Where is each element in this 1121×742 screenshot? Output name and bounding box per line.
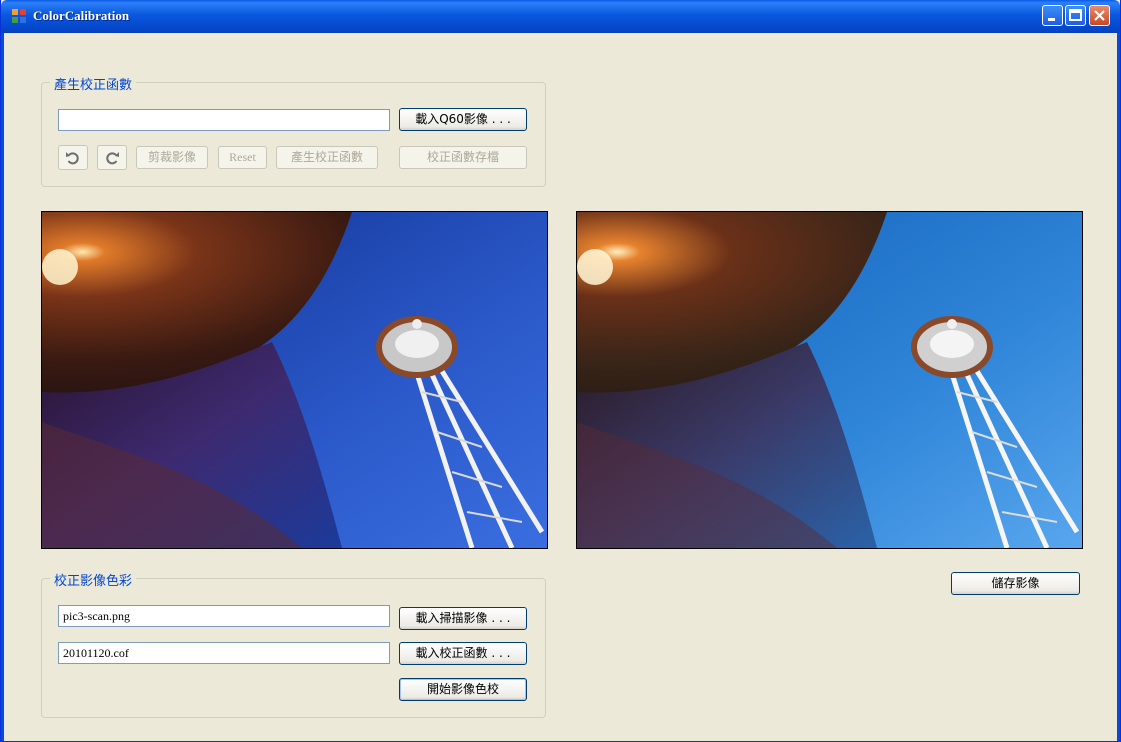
calibrated-photo (577, 212, 1082, 548)
window-frame-right (1117, 33, 1120, 741)
rotate-right-button[interactable] (97, 145, 127, 170)
crop-image-button[interactable]: 剪裁影像 (136, 146, 208, 169)
generate-group-title: 產生校正函數 (50, 74, 137, 93)
maximize-icon (1069, 9, 1082, 21)
load-q60-button[interactable]: 載入Q60影像 . . . (399, 108, 527, 131)
calibrate-group-title: 校正影像色彩 (50, 570, 137, 589)
save-function-button[interactable]: 校正函數存檔 (399, 146, 527, 169)
app-window: ColorCalibration 產生校正函數 載入Q60影像 . . . 剪裁… (0, 0, 1121, 742)
save-image-button[interactable]: 儲存影像 (951, 572, 1080, 595)
window-frame-left (1, 33, 4, 741)
maximize-button[interactable] (1065, 5, 1086, 26)
calibrated-image-view[interactable] (576, 211, 1083, 549)
rotate-ccw-icon (66, 151, 79, 164)
close-icon (1094, 10, 1105, 21)
generate-function-group: 產生校正函數 (41, 74, 546, 187)
cof-file-input[interactable]: 20101120.cof (58, 642, 390, 664)
scan-file-input[interactable]: pic3-scan.png (58, 605, 390, 627)
title-bar[interactable]: ColorCalibration (1, 0, 1120, 33)
start-calibration-button[interactable]: 開始影像色校 (399, 678, 527, 701)
reset-button[interactable]: Reset (218, 146, 267, 169)
load-scan-button[interactable]: 載入掃描影像 . . . (399, 607, 527, 630)
window-title: ColorCalibration (33, 8, 130, 23)
original-image-view[interactable] (41, 211, 548, 549)
rotate-cw-icon (106, 151, 119, 164)
minimize-button[interactable] (1042, 5, 1063, 26)
app-icon (12, 9, 26, 23)
load-cof-button[interactable]: 載入校正函數 . . . (399, 642, 527, 665)
close-button[interactable] (1089, 5, 1110, 26)
q60-path-input[interactable] (58, 109, 390, 131)
generate-function-button[interactable]: 產生校正函數 (276, 146, 378, 169)
original-photo (42, 212, 547, 548)
rotate-left-button[interactable] (58, 145, 88, 170)
minimize-icon (1048, 18, 1055, 21)
